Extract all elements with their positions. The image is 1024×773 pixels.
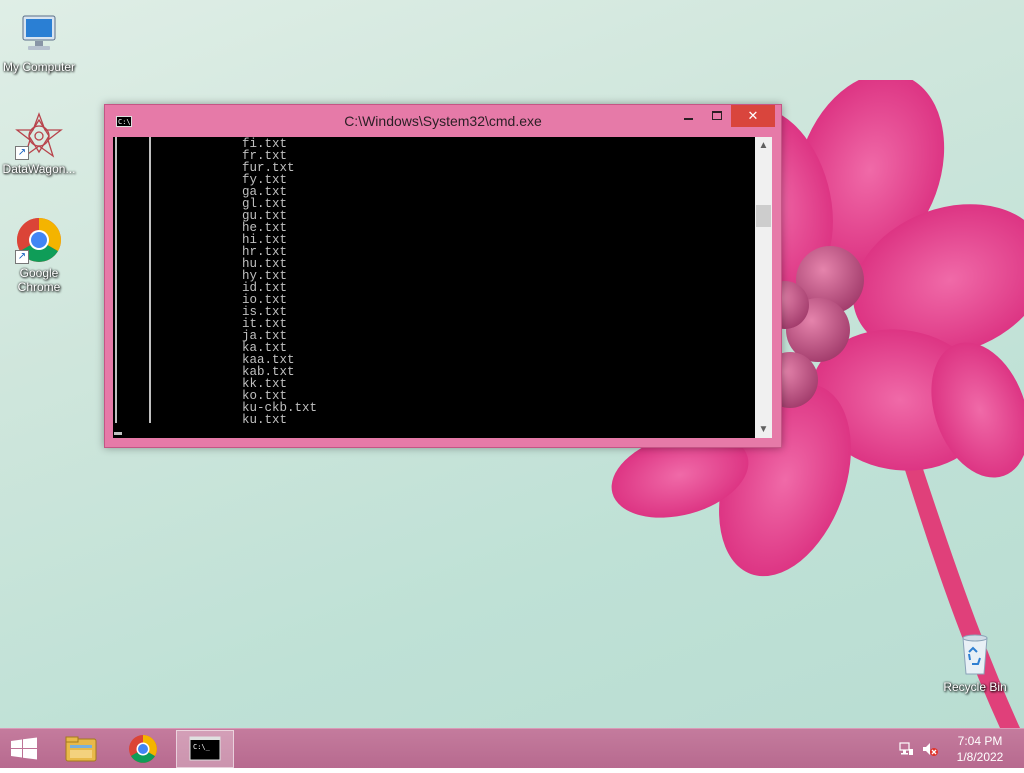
desktop-icon-label: Google Chrome <box>17 266 61 294</box>
shortcut-arrow-icon: ↗ <box>15 146 29 160</box>
console-line: ku.txt <box>242 413 288 427</box>
maximize-button[interactable] <box>703 105 731 127</box>
network-icon[interactable] <box>898 741 914 757</box>
taskbar: C:\_ <box>0 728 1024 768</box>
desktop-icon-google-chrome[interactable]: ↗ Google Chrome <box>0 216 78 294</box>
taskbar-file-explorer[interactable] <box>58 730 104 768</box>
close-button[interactable]: ✕ <box>731 105 775 127</box>
chrome-icon <box>129 735 157 763</box>
datawagon-app-icon: ↗ <box>15 112 63 160</box>
clock-time: 7:04 PM <box>957 734 1003 748</box>
cmd-window[interactable]: C:\ C:\Windows\System32\cmd.exe ✕ fi.txt… <box>104 104 782 448</box>
desktop-icon-datawagon[interactable]: ↗ DataWagon... <box>0 112 78 176</box>
taskbar-cmd[interactable]: C:\_ <box>176 730 234 768</box>
desktop-icon-my-computer[interactable]: My Computer <box>0 10 78 74</box>
maximize-icon <box>712 111 722 120</box>
console-lines: fi.txt fr.txt fur.txt fy.txt ga.txt gl.t… <box>242 138 317 427</box>
start-icon <box>11 737 37 760</box>
clock-date: 1/8/2022 <box>956 750 1004 764</box>
volume-muted-icon[interactable] <box>922 741 938 757</box>
scroll-up-icon[interactable]: ▲ <box>755 137 772 154</box>
desktop: My Computer ↗ DataWagon... ↗ Google Chro… <box>0 0 1024 728</box>
desktop-icon-label: My Computer <box>2 60 76 74</box>
minimize-icon <box>684 118 693 120</box>
console-output[interactable]: fi.txt fr.txt fur.txt fy.txt ga.txt gl.t… <box>113 137 755 438</box>
taskbar-clock[interactable]: 7:04 PM 1/8/2022 <box>944 733 1016 765</box>
chrome-icon: ↗ <box>15 216 63 264</box>
scrollbar-thumb[interactable] <box>756 205 771 227</box>
cmd-icon-text: C:\_ <box>193 743 211 751</box>
taskbar-chrome[interactable] <box>120 730 166 768</box>
text-cursor <box>114 432 122 435</box>
close-icon: ✕ <box>747 108 759 123</box>
desktop-icon-recycle-bin[interactable]: Recycle Bin <box>936 630 1014 694</box>
recycle-bin-icon <box>951 630 999 678</box>
desktop-icon-label: Recycle Bin <box>943 680 1007 694</box>
file-explorer-icon <box>65 736 97 762</box>
console-border-line <box>149 137 151 423</box>
scroll-down-icon[interactable]: ▼ <box>755 421 772 438</box>
start-button[interactable] <box>0 730 48 768</box>
shortcut-arrow-icon: ↗ <box>15 250 29 264</box>
title-bar[interactable]: C:\ C:\Windows\System32\cmd.exe ✕ <box>105 105 781 137</box>
computer-icon <box>15 10 63 58</box>
desktop-icon-label: DataWagon... <box>2 162 76 176</box>
vertical-scrollbar[interactable]: ▲ ▼ <box>755 137 772 438</box>
cmd-icon: C:\_ <box>189 736 221 761</box>
minimize-button[interactable] <box>675 105 703 127</box>
console-border-line <box>115 137 117 423</box>
